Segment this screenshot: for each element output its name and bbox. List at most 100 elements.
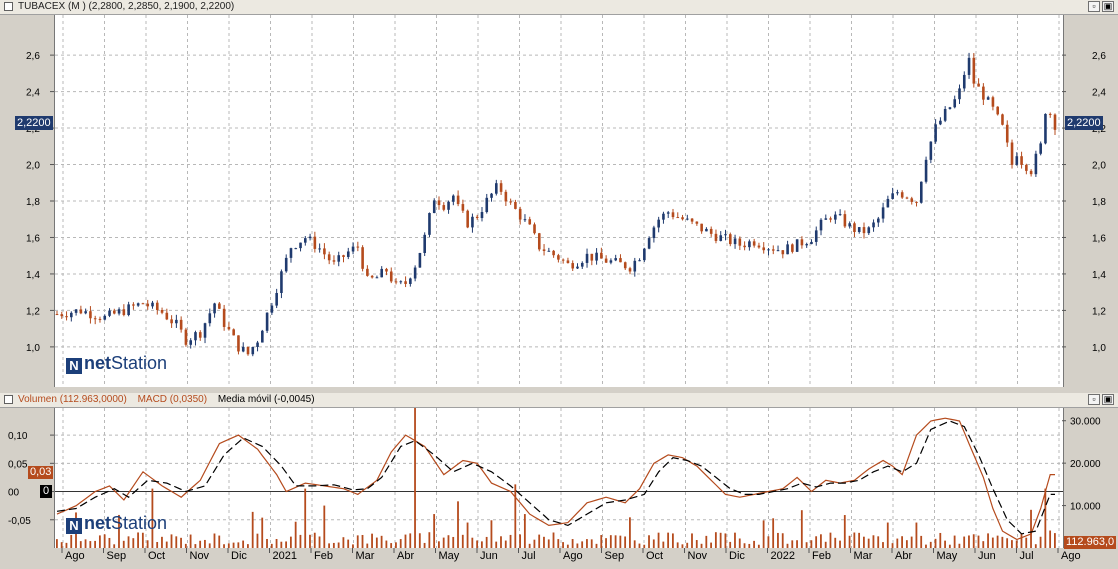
- candle-body: [366, 268, 369, 276]
- x-tick-label: Sep: [107, 550, 127, 562]
- volume-bar: [705, 535, 708, 548]
- volume-bar: [433, 514, 436, 548]
- candle-body: [609, 260, 613, 263]
- volume-tick-label: 20.000: [1070, 459, 1101, 470]
- x-tick-label: Nov: [688, 550, 708, 562]
- candle-body: [924, 159, 928, 182]
- volume-bar: [905, 540, 908, 548]
- candle-body: [834, 214, 837, 220]
- volume-bar: [452, 536, 455, 548]
- candle-body: [275, 292, 278, 306]
- candle-body: [1010, 142, 1014, 165]
- candle-body: [270, 305, 274, 313]
- volume-bar: [820, 534, 822, 548]
- volume-bar: [629, 517, 631, 548]
- volume-bar: [132, 538, 135, 548]
- candle-body: [905, 197, 909, 199]
- volume-bar: [1011, 540, 1013, 548]
- candle-body: [619, 258, 622, 263]
- volume-bar: [1006, 538, 1009, 548]
- candle-body: [786, 244, 789, 255]
- volume-bar: [767, 536, 770, 548]
- volume-value-tag: 112.963,0: [1064, 536, 1117, 549]
- last-price-tag-right: 2,2200: [1065, 116, 1103, 130]
- volume-bar: [862, 536, 865, 548]
- volume-bar: [485, 536, 488, 548]
- candle-body: [375, 277, 379, 279]
- volume-bar: [953, 535, 956, 548]
- legend-moving-average: Media móvil (-0,0045): [217, 394, 315, 405]
- candle-body: [251, 347, 255, 355]
- volume-bar: [738, 538, 741, 548]
- x-tick-label: Ago: [563, 550, 583, 562]
- candle-body: [700, 223, 703, 232]
- volume-bar: [189, 534, 192, 548]
- candle-body: [1020, 156, 1023, 165]
- volume-bar: [180, 537, 182, 548]
- candle-body: [122, 309, 126, 316]
- y-tick-label: 1,0: [1092, 343, 1106, 354]
- volume-bar: [963, 536, 966, 548]
- price-panel-titlebar[interactable]: TUBACEX (M ) (2,2800, 2,2850, 2,1900, 2,…: [0, 0, 1118, 15]
- indicator-axis-left: 0,10 0,05 00 -0,05: [8, 431, 54, 527]
- volume-bar: [605, 538, 607, 548]
- candle-body: [65, 316, 68, 318]
- candle-body: [1048, 113, 1052, 115]
- candle-body: [537, 233, 541, 250]
- price-plot[interactable]: [54, 15, 1064, 387]
- candle-body: [514, 201, 517, 209]
- volume-bar: [218, 535, 221, 548]
- volume-bar: [1015, 540, 1018, 548]
- candle-body: [982, 86, 985, 100]
- candle-body: [1034, 153, 1038, 175]
- candle-body: [413, 267, 417, 279]
- volume-bar: [89, 541, 92, 548]
- candle-body: [628, 268, 632, 272]
- candle-body: [189, 340, 193, 345]
- volume-bar: [137, 532, 139, 548]
- indicator-panel: Volumen (112.963,0000) MACD (0,0350) Med…: [0, 393, 1118, 569]
- macd-tick-label: 0,05: [8, 459, 28, 470]
- candle-body: [466, 210, 469, 228]
- candle-body: [900, 192, 904, 198]
- candle-body: [800, 239, 804, 246]
- candle-body: [280, 271, 283, 293]
- time-axis: Ago Sep Oct Nov Dic 2021 Feb Mar Abr May Jun Jul Ago…: [54, 548, 1081, 562]
- volume-bar: [877, 536, 880, 548]
- x-tick-label: May: [439, 550, 460, 562]
- volume-bar: [199, 540, 202, 548]
- candle-body: [203, 323, 207, 338]
- candle-body: [74, 309, 78, 313]
- volume-bar: [342, 537, 345, 548]
- candle-body: [805, 244, 808, 246]
- x-tick-label: Mar: [356, 550, 375, 562]
- candle-body: [600, 252, 603, 259]
- candle-body: [194, 332, 197, 341]
- candle-body: [862, 227, 866, 234]
- volume-bar: [777, 532, 779, 548]
- candle-body: [495, 183, 498, 194]
- candle-body: [428, 213, 431, 235]
- candle-body: [456, 195, 460, 205]
- candle-body: [499, 183, 503, 192]
- x-tick-label: May: [937, 550, 958, 562]
- y-tick-label: 2,4: [1092, 88, 1106, 99]
- volume-bar: [652, 539, 655, 548]
- candle-body: [256, 342, 259, 348]
- volume-bar: [996, 535, 999, 548]
- indicator-panel-titlebar[interactable]: Volumen (112.963,0000) MACD (0,0350) Med…: [0, 393, 1118, 408]
- volume-bar: [590, 539, 593, 548]
- candle-body: [523, 219, 527, 221]
- volume-bar: [657, 532, 660, 548]
- volume-bar: [404, 534, 407, 548]
- indicator-plot[interactable]: [54, 408, 1064, 548]
- volume-bar: [313, 532, 316, 548]
- volume-bar: [414, 408, 416, 548]
- candle-body: [676, 217, 680, 219]
- x-tick-label: Jun: [480, 550, 498, 562]
- price-axis-left: 1,01,21,41,61,82,02,22,42,6: [26, 51, 54, 354]
- candle-body: [261, 330, 264, 343]
- volume-bar: [457, 501, 459, 548]
- candle-body: [690, 218, 694, 222]
- volume-bar: [853, 532, 856, 548]
